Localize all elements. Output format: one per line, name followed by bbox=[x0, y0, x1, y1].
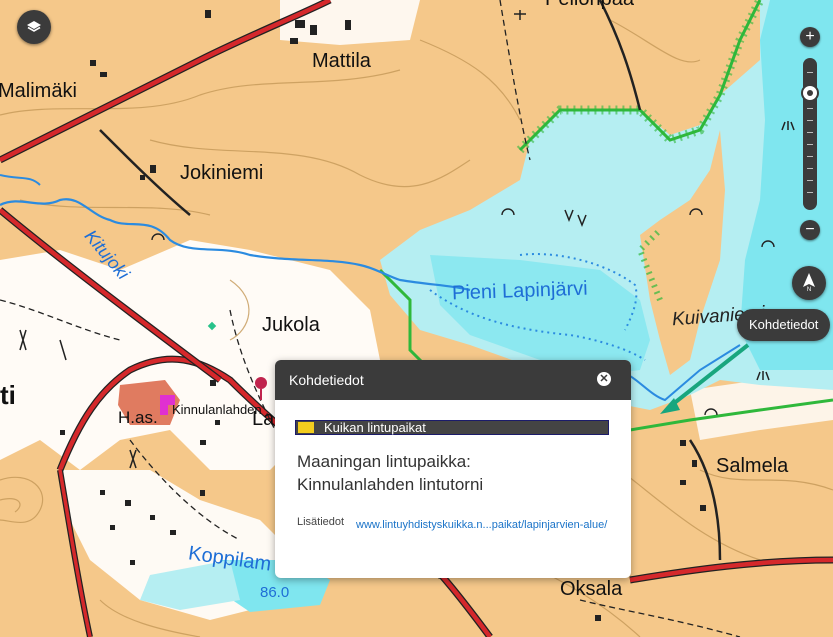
feature-title-line1: Maaningan lintupaikka: bbox=[297, 452, 471, 471]
place-label-kinnulanlahden: Kinnulanlahden bbox=[172, 402, 262, 417]
popup-header: Kohdetiedot ✕ bbox=[275, 360, 631, 400]
feature-title-line2: Kinnulanlahden lintutorni bbox=[297, 475, 484, 494]
place-label-ti: ti bbox=[0, 380, 16, 410]
feature-title: Maaningan lintupaikka: Kinnulanlahden li… bbox=[297, 450, 483, 496]
layers-button[interactable] bbox=[17, 10, 51, 44]
zoom-in-button[interactable]: + bbox=[800, 27, 820, 47]
feature-info-popup: Kohdetiedot ✕ Kuikan lintupaikat Maaning… bbox=[275, 360, 631, 578]
close-icon[interactable]: ✕ bbox=[597, 372, 611, 386]
place-label-malimaki: Malimäki bbox=[0, 80, 77, 102]
compass-label: N bbox=[806, 287, 812, 293]
place-label-mattila: Mattila bbox=[312, 50, 371, 72]
layer-name: Kuikan lintupaikat bbox=[324, 420, 426, 435]
place-label-salmela: Salmela bbox=[716, 455, 789, 477]
place-label-oksala: Oksala bbox=[560, 578, 623, 600]
place-label-jukola: Jukola bbox=[262, 314, 320, 336]
more-info-label: Lisätiedot bbox=[297, 516, 345, 528]
place-label-has: H.as. bbox=[118, 408, 158, 427]
zoom-out-button[interactable]: − bbox=[800, 220, 820, 240]
place-label-la: La bbox=[252, 408, 275, 430]
more-info-link[interactable]: www.lintuyhdistyskuikka.n...paikat/lapin… bbox=[356, 516, 611, 534]
place-label-pellonpaa: Pellonpää bbox=[545, 0, 634, 11]
layer-color-swatch bbox=[298, 422, 314, 433]
feature-info-tooltip: Kohdetiedot bbox=[737, 309, 831, 341]
compass-button[interactable]: N bbox=[792, 266, 826, 300]
zoom-slider[interactable] bbox=[801, 58, 819, 210]
elevation-label: 86.0 bbox=[260, 584, 290, 601]
bird-tower-marker bbox=[255, 377, 267, 389]
zoom-slider-handle[interactable] bbox=[801, 84, 819, 102]
layers-icon bbox=[27, 21, 41, 32]
water-label-lake: Pieni Lapinjärvi bbox=[451, 277, 588, 305]
layer-name-bar: Kuikan lintupaikat bbox=[295, 420, 609, 435]
place-label-jokiniemi: Jokiniemi bbox=[180, 162, 264, 184]
popup-title: Kohdetiedot bbox=[289, 372, 364, 388]
